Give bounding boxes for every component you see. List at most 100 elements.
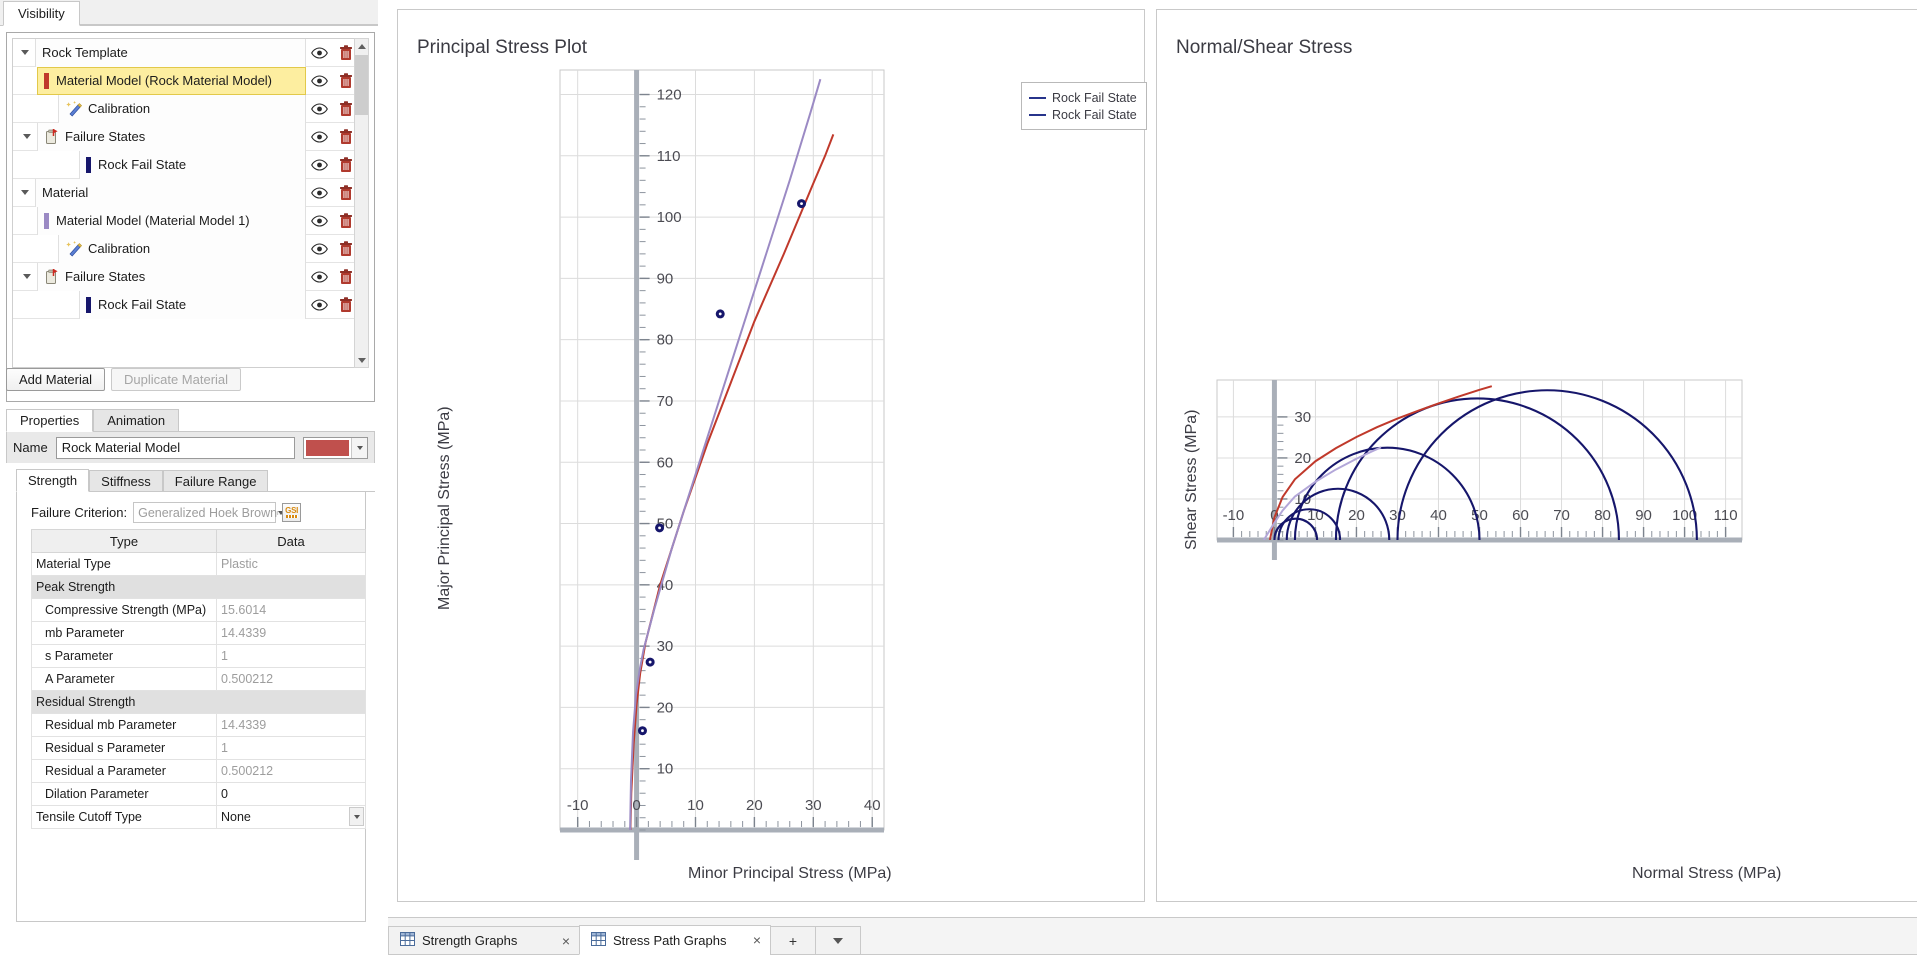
tree-item-cell[interactable]: Calibration [58, 235, 306, 263]
properties-table-row[interactable]: Residual mb Parameter14.4339 [32, 714, 366, 737]
document-tab-stress-path-graphs[interactable]: Stress Path Graphs× [579, 925, 771, 955]
delete-icon[interactable] [339, 297, 353, 313]
tree-expander[interactable] [17, 123, 37, 151]
tree-expander[interactable] [17, 263, 37, 291]
close-icon[interactable]: × [548, 933, 570, 949]
properties-table-row[interactable]: mb Parameter14.4339 [32, 622, 366, 645]
property-value[interactable]: Plastic [217, 553, 366, 576]
tree-item-failure-states[interactable]: Failure States [13, 263, 358, 291]
tree-row-actions [306, 129, 358, 145]
delete-icon[interactable] [339, 157, 353, 173]
delete-icon[interactable] [339, 45, 353, 61]
property-value[interactable]: 14.4339 [217, 622, 366, 645]
tree-item-cell[interactable]: Material Model (Material Model 1) [37, 207, 306, 235]
tab-strength[interactable]: Strength [16, 469, 89, 492]
chevron-up-icon [358, 44, 366, 49]
property-value[interactable]: 0 [217, 783, 366, 806]
property-value[interactable]: 1 [217, 645, 366, 668]
visibility-eye-icon[interactable] [311, 271, 328, 283]
properties-table-row[interactable]: Material TypePlastic [32, 553, 366, 576]
tree-item-rock-fail-state[interactable]: Rock Fail State [13, 291, 358, 319]
properties-table-row[interactable]: Residual s Parameter1 [32, 737, 366, 760]
visibility-eye-icon[interactable] [311, 215, 328, 227]
delete-icon[interactable] [339, 73, 353, 89]
tab-properties[interactable]: Properties [6, 409, 93, 432]
material-color-picker[interactable] [303, 437, 368, 459]
color-dropdown-arrow[interactable] [351, 438, 367, 458]
property-value[interactable]: 1 [217, 737, 366, 760]
material-tree[interactable]: Rock TemplateMaterial Model (Rock Materi… [12, 38, 359, 368]
delete-icon[interactable] [339, 213, 353, 229]
properties-table-row[interactable]: Residual a Parameter0.500212 [32, 760, 366, 783]
scroll-up-button[interactable] [355, 39, 368, 53]
tree-item-failure-states[interactable]: Failure States [13, 123, 358, 151]
property-dropdown-arrow[interactable] [349, 807, 364, 826]
tab-animation[interactable]: Animation [93, 409, 179, 432]
delete-icon[interactable] [339, 185, 353, 201]
property-value[interactable]: 0.500212 [217, 668, 366, 691]
property-value[interactable]: 15.6014 [217, 599, 366, 622]
tree-item-cell[interactable]: Material [35, 179, 306, 207]
visibility-eye-icon[interactable] [311, 103, 328, 115]
tree-item-calibration[interactable]: Calibration [13, 95, 358, 123]
visibility-eye-icon[interactable] [311, 131, 328, 143]
series-color-swatch [86, 297, 91, 313]
visibility-eye-icon[interactable] [311, 243, 328, 255]
properties-table-row[interactable]: A Parameter0.500212 [32, 668, 366, 691]
property-value[interactable]: 14.4339 [217, 714, 366, 737]
tree-item-cell[interactable]: Material Model (Rock Material Model) [37, 67, 306, 95]
delete-icon[interactable] [339, 101, 353, 117]
tree-item-cell[interactable]: Failure States [37, 123, 306, 151]
normal-shear-stress-card[interactable]: Normal/Shear Stress Shear Stress (MPa) N… [1156, 9, 1917, 902]
properties-table-row[interactable]: s Parameter1 [32, 645, 366, 668]
visibility-eye-icon[interactable] [311, 299, 328, 311]
visibility-eye-icon[interactable] [311, 47, 328, 59]
tree-item-label: Failure States [65, 269, 145, 284]
tree-item-calibration[interactable]: Calibration [13, 235, 358, 263]
tab-failure-range[interactable]: Failure Range [163, 470, 269, 492]
tree-item-material-model-material-model-1[interactable]: Material Model (Material Model 1) [13, 207, 358, 235]
duplicate-material-button[interactable]: Duplicate Material [111, 368, 241, 391]
tree-item-rock-fail-state[interactable]: Rock Fail State [13, 151, 358, 179]
visibility-eye-icon[interactable] [311, 187, 328, 199]
tree-item-material-model-rock-material-model[interactable]: Material Model (Rock Material Model) [13, 67, 358, 95]
visibility-eye-icon[interactable] [311, 75, 328, 87]
properties-table-row[interactable]: Compressive Strength (MPa)15.6014 [32, 599, 366, 622]
visibility-eye-icon[interactable] [311, 159, 328, 171]
document-tab-menu-button[interactable] [815, 926, 861, 955]
property-name: Tensile Cutoff Type [32, 806, 217, 829]
tree-item-cell[interactable]: Failure States [37, 263, 306, 291]
delete-icon[interactable] [339, 269, 353, 285]
tree-expander[interactable] [15, 39, 35, 67]
strength-tabstrip-filler [268, 470, 375, 492]
property-value[interactable]: None [217, 806, 366, 829]
tab-visibility[interactable]: Visibility [3, 1, 80, 26]
series-color-swatch [44, 213, 49, 229]
delete-icon[interactable] [339, 129, 353, 145]
properties-table-row[interactable]: Dilation Parameter0 [32, 783, 366, 806]
tree-item-cell[interactable]: Calibration [58, 95, 306, 123]
scroll-down-button[interactable] [355, 353, 368, 367]
tree-item-material[interactable]: Material [13, 179, 358, 207]
tree-item-cell[interactable]: Rock Fail State [79, 151, 306, 179]
close-icon[interactable]: × [739, 932, 761, 948]
properties-table-row[interactable]: Tensile Cutoff TypeNone [32, 806, 366, 829]
name-input[interactable]: Rock Material Model [56, 437, 295, 459]
gsi-button[interactable]: GSI [282, 503, 301, 522]
tree-item-cell[interactable]: Rock Fail State [79, 291, 306, 319]
tree-scrollbar[interactable] [354, 38, 369, 368]
tree-expander[interactable] [15, 179, 35, 207]
principal-stress-plot-card[interactable]: Principal Stress Plot Major Principal St… [397, 9, 1145, 902]
tree-item-rock-template[interactable]: Rock Template [13, 39, 358, 67]
document-tab-strength-graphs[interactable]: Strength Graphs× [388, 926, 580, 955]
tree-row-actions [306, 45, 358, 61]
scrollbar-thumb[interactable] [355, 55, 368, 115]
legend-item: Rock Fail State [1029, 89, 1137, 106]
tab-stiffness[interactable]: Stiffness [89, 470, 163, 492]
property-value[interactable]: 0.500212 [217, 760, 366, 783]
failure-criterion-select[interactable]: Generalized Hoek Brown [133, 502, 276, 523]
delete-icon[interactable] [339, 241, 353, 257]
tree-item-cell[interactable]: Rock Template [35, 39, 306, 67]
add-material-button[interactable]: Add Material [6, 368, 105, 391]
add-document-tab-button[interactable]: + [770, 926, 816, 955]
